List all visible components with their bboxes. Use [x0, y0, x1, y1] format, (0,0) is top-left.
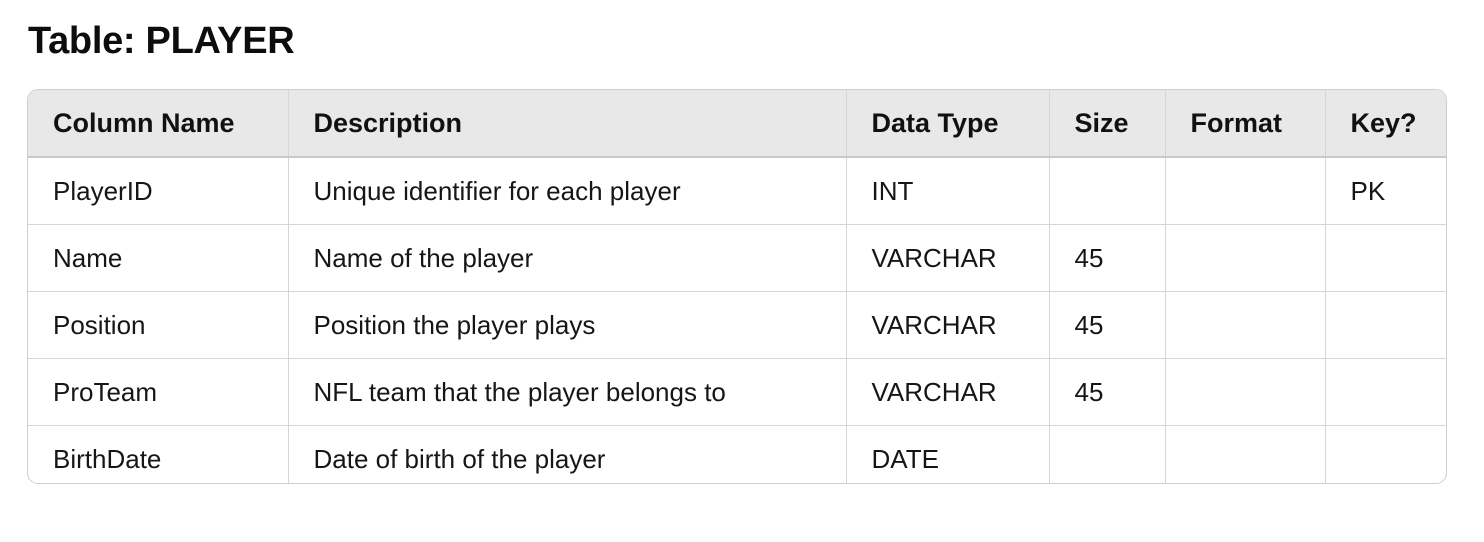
cell-description: Name of the player: [288, 224, 847, 292]
cell-column-name: Name: [28, 224, 289, 292]
cell-key: PK: [1325, 157, 1446, 225]
header-column-name: Column Name: [28, 90, 289, 158]
cell-data-type: VARCHAR: [846, 358, 1050, 426]
player-table: Column Name Description Data Type Size F…: [28, 90, 1446, 484]
table-row: ProTeam NFL team that the player belongs…: [28, 358, 1446, 426]
cell-key: [1325, 291, 1446, 359]
table-row: PlayerID Unique identifier for each play…: [28, 157, 1446, 225]
header-format: Format: [1165, 90, 1326, 158]
table-row: Name Name of the player VARCHAR 45: [28, 224, 1446, 292]
cell-format: [1165, 291, 1326, 359]
cell-column-name: BirthDate: [28, 425, 289, 483]
cell-size: 45: [1049, 291, 1166, 359]
cell-data-type: DATE: [846, 425, 1050, 483]
header-key: Key?: [1325, 90, 1446, 158]
cell-description: Position the player plays: [288, 291, 847, 359]
cell-key: [1325, 426, 1446, 484]
cell-format: [1165, 358, 1326, 426]
cell-size: [1049, 425, 1166, 483]
cell-data-type: VARCHAR: [846, 291, 1050, 359]
table-header-row: Column Name Description Data Type Size F…: [28, 90, 1446, 158]
page-title: Table: PLAYER: [28, 20, 295, 62]
cell-description: Date of birth of the player: [288, 425, 847, 483]
cell-description: Unique identifier for each player: [288, 157, 847, 225]
cell-column-name: Position: [28, 291, 289, 359]
cell-data-type: VARCHAR: [846, 224, 1050, 292]
header-description: Description: [288, 90, 847, 158]
cell-format: [1165, 157, 1326, 225]
table-row: Position Position the player plays VARCH…: [28, 291, 1446, 359]
cell-key: [1325, 224, 1446, 292]
player-table-container: Column Name Description Data Type Size F…: [27, 89, 1447, 484]
cell-description: NFL team that the player belongs to: [288, 358, 847, 426]
cell-size: 45: [1049, 224, 1166, 292]
cell-key: [1325, 358, 1446, 426]
cell-size: 45: [1049, 358, 1166, 426]
cell-data-type: INT: [846, 157, 1050, 225]
header-size: Size: [1049, 90, 1166, 158]
header-data-type: Data Type: [846, 90, 1050, 158]
cell-format: [1165, 224, 1326, 292]
cell-format: [1165, 425, 1326, 483]
cell-size: [1049, 157, 1166, 225]
cell-column-name: PlayerID: [28, 157, 289, 225]
table-row: BirthDate Date of birth of the player DA…: [28, 425, 1446, 484]
cell-column-name: ProTeam: [28, 358, 289, 426]
